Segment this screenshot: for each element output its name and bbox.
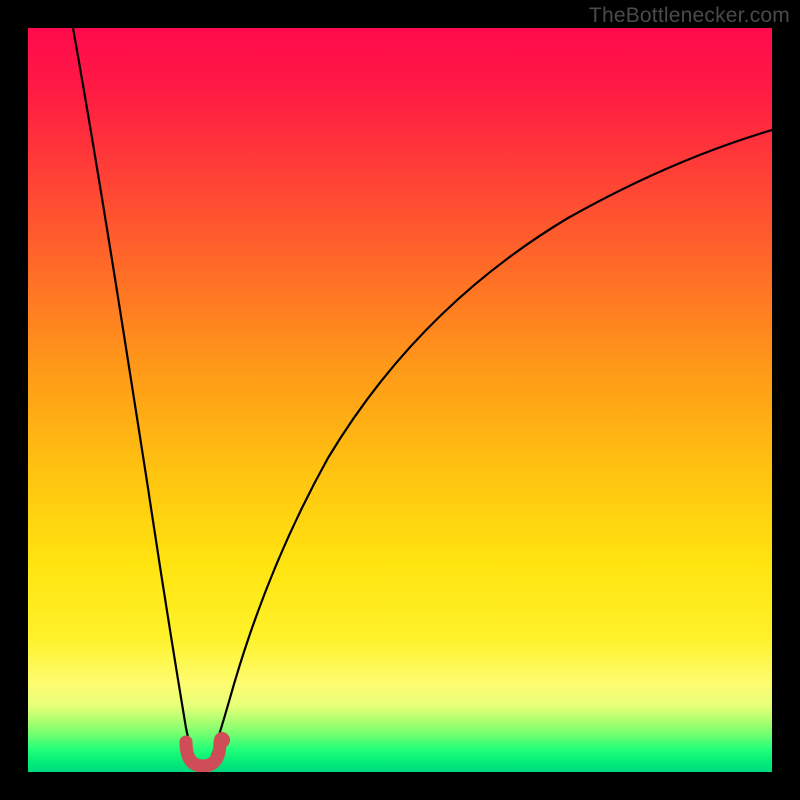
curve-overlay-svg [28,28,772,772]
watermark-text: TheBottlenecker.com [589,4,790,28]
chart-frame: TheBottlenecker.com [0,0,800,800]
bottleneck-curve-left [73,28,196,760]
trough-marker [186,742,220,766]
plot-area [28,28,772,772]
trough-marker-dot [214,732,230,748]
bottleneck-curve-right [210,130,772,760]
